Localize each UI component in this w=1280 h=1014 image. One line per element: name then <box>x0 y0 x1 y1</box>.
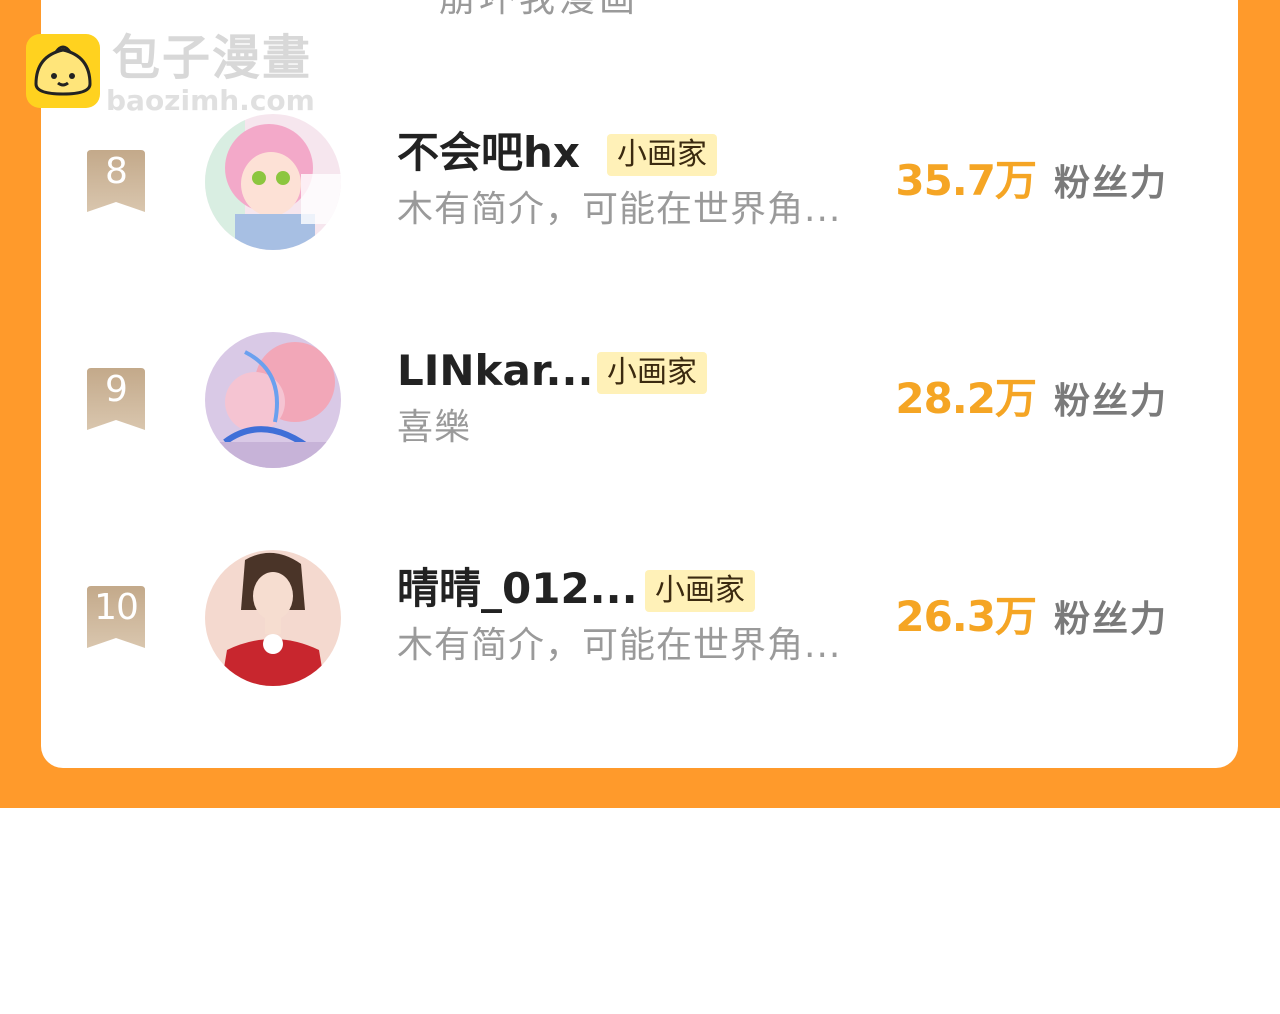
avatar[interactable] <box>205 550 341 686</box>
rank-number: 8 <box>105 151 128 192</box>
watermark-url: baozimh.com <box>106 84 315 117</box>
avatar-rank-7-partial[interactable] <box>251 0 375 2</box>
fans-value: 28.2万 <box>895 374 1037 423</box>
fans-value: 26.3万 <box>895 592 1037 641</box>
avatar[interactable] <box>205 332 341 468</box>
fans-label: 粉丝力 <box>1053 599 1168 640</box>
artist-bio: 喜樂 <box>397 407 472 448</box>
baozi-bun-logo-icon <box>26 34 100 108</box>
fans-power: 28.2万 粉丝力 <box>895 374 1168 427</box>
ranking-row[interactable]: 8 不会吧hx 小画家 木有简介，可能在世界角... 35.7万 粉丝力 <box>41 114 1238 264</box>
watermark-title: 包子漫畫 <box>112 30 313 86</box>
fans-power: 26.3万 粉丝力 <box>895 592 1168 645</box>
artist-name[interactable]: LINkar... <box>397 346 593 396</box>
rank-number: 9 <box>105 369 128 410</box>
artist-level-tag: 小画家 <box>645 570 755 612</box>
rank-badge: 10 <box>85 586 147 648</box>
artist-name[interactable]: 晴晴_012... <box>397 564 638 614</box>
ranking-row[interactable]: 9 LINkar... 小画家 喜樂 28.2万 粉丝力 <box>41 332 1238 482</box>
artist-level-tag: 小画家 <box>607 134 717 176</box>
fans-power: 35.7万 粉丝力 <box>895 156 1168 209</box>
rank-7-bio-partial: 崩坏我漫画 <box>439 0 639 22</box>
fans-value: 35.7万 <box>895 156 1037 205</box>
fans-label: 粉丝力 <box>1053 163 1168 204</box>
artist-bio: 木有简介，可能在世界角... <box>397 189 842 230</box>
ranking-row[interactable]: 10 晴晴_012... 小画家 木有简介，可能在世界角... 26.3万 粉丝力 <box>41 550 1238 700</box>
rank-badge: 9 <box>85 368 147 430</box>
artist-bio: 木有简介，可能在世界角... <box>397 625 842 666</box>
rank-number: 10 <box>94 587 139 628</box>
artist-level-tag: 小画家 <box>597 352 707 394</box>
site-watermark: 包子漫畫 baozimh.com <box>26 30 326 117</box>
rank-badge: 8 <box>85 150 147 212</box>
artist-name[interactable]: 不会吧hx <box>397 128 580 178</box>
avatar[interactable] <box>205 114 341 250</box>
fans-label: 粉丝力 <box>1053 381 1168 422</box>
